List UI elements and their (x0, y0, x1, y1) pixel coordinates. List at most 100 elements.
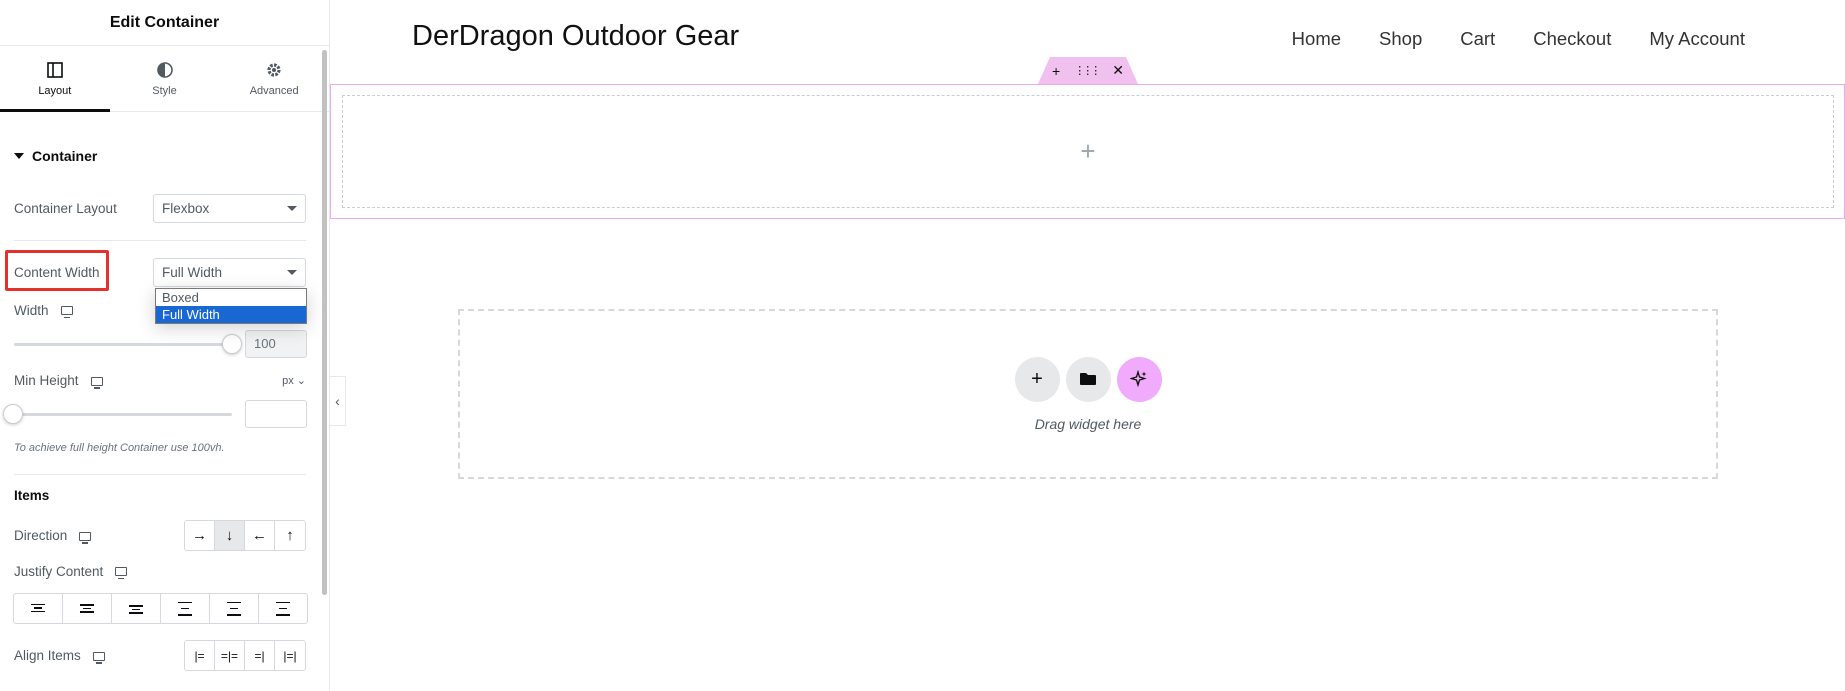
desktop-icon[interactable] (79, 531, 92, 544)
caret-down-icon (14, 153, 24, 159)
align-end-button[interactable]: =| (245, 641, 275, 670)
container-empty-slot[interactable]: + (342, 95, 1834, 208)
desktop-icon[interactable] (115, 567, 128, 579)
plus-icon[interactable]: + (1080, 136, 1095, 167)
chevron-down-icon (287, 270, 297, 275)
panel-tabs: Layout Style Advanced (0, 46, 329, 112)
divider (14, 240, 306, 241)
content-width-select[interactable]: Full Width (153, 258, 306, 287)
min-height-slider-track[interactable] (14, 413, 232, 416)
widget-dropzone[interactable]: + Drag widget here (458, 309, 1718, 479)
justify-content-row: Justify Content (14, 564, 306, 579)
justify-space-between-icon (178, 601, 192, 616)
direction-column-reverse-button[interactable]: ↑ (275, 521, 305, 550)
tab-advanced[interactable]: Advanced (219, 46, 329, 111)
width-slider-track[interactable] (14, 343, 232, 346)
direction-row-reverse-button[interactable]: ← (245, 521, 275, 550)
gear-icon (267, 62, 281, 77)
template-library-button[interactable] (1065, 356, 1111, 402)
justify-space-around-icon (227, 601, 241, 616)
justify-end-button[interactable] (112, 594, 161, 623)
add-section-button[interactable]: + (1014, 356, 1060, 402)
align-stretch-icon: |=| (283, 648, 297, 663)
unit-label: px (282, 375, 294, 387)
direction-row-button[interactable]: → (185, 521, 215, 550)
align-items-button-group: |= =|= =| |=| (184, 640, 306, 671)
site-title[interactable]: DerDragon Outdoor Gear (412, 20, 739, 53)
align-center-button[interactable]: =|= (215, 641, 245, 670)
align-items-row: Align Items |= =|= =| |=| (14, 640, 306, 671)
nav-cart[interactable]: Cart (1460, 28, 1495, 50)
min-height-label: Min Height (14, 373, 79, 388)
align-items-label-group: Align Items (14, 648, 105, 664)
unit-selector[interactable]: px ⌄ (282, 374, 306, 387)
justify-center-button[interactable] (63, 594, 112, 623)
delete-element-icon[interactable]: ✕ (1112, 62, 1124, 79)
width-slider-handle[interactable] (222, 334, 242, 354)
content-width-option-full-width[interactable]: Full Width (156, 306, 306, 323)
section-container-toggle[interactable]: Container (14, 148, 329, 164)
direction-label: Direction (14, 528, 68, 543)
align-start-button[interactable]: |= (185, 641, 215, 670)
panel-header: Edit Container (0, 0, 329, 46)
folder-icon (1080, 373, 1096, 385)
min-height-label-group: Min Height (14, 373, 103, 389)
justify-start-icon (31, 603, 45, 614)
drag-handle-icon[interactable]: ⋮⋮⋮ (1074, 64, 1101, 77)
align-end-icon: =| (254, 648, 265, 663)
min-height-hint: To achieve full height Container use 100… (14, 442, 225, 454)
width-input[interactable]: 100 (245, 330, 307, 358)
min-height-row: Min Height px ⌄ (14, 373, 306, 389)
collapse-panel-button[interactable]: ‹ (330, 376, 346, 426)
nav-shop[interactable]: Shop (1379, 28, 1422, 50)
justify-space-evenly-icon (276, 601, 290, 616)
section-title: Container (32, 148, 98, 164)
justify-content-button-group (13, 593, 308, 624)
justify-space-around-button[interactable] (210, 594, 259, 623)
content-width-option-boxed[interactable]: Boxed (156, 289, 306, 306)
nav-my-account[interactable]: My Account (1649, 28, 1745, 50)
direction-label-group: Direction (14, 528, 92, 544)
items-heading-row: Items (14, 488, 306, 503)
container-layout-value: Flexbox (162, 201, 210, 216)
direction-row: Direction → ↓ ← ↑ (14, 520, 306, 551)
min-height-input[interactable] (245, 400, 307, 428)
align-center-icon: =|= (220, 648, 239, 663)
container-handle: + ⋮⋮⋮ ✕ (1038, 57, 1138, 84)
direction-column-button[interactable]: ↓ (215, 521, 245, 550)
nav-checkout[interactable]: Checkout (1533, 28, 1611, 50)
min-height-slider-handle[interactable] (3, 404, 23, 424)
ai-generate-button[interactable] (1116, 356, 1162, 402)
align-start-icon: |= (194, 648, 205, 663)
justify-start-button[interactable] (14, 594, 63, 623)
justify-space-between-button[interactable] (161, 594, 210, 623)
content-width-highlight (5, 250, 109, 291)
add-element-icon[interactable]: + (1052, 63, 1060, 79)
container-layout-select[interactable]: Flexbox (153, 194, 306, 223)
desktop-icon[interactable] (60, 306, 73, 318)
items-heading: Items (14, 488, 50, 503)
align-stretch-button[interactable]: |=| (275, 641, 305, 670)
content-width-dropdown: Boxed Full Width (155, 288, 307, 324)
container-layout-label: Container Layout (14, 201, 117, 216)
half-circle-icon (156, 61, 173, 78)
nav-home[interactable]: Home (1292, 28, 1341, 50)
dropzone-buttons: + (1014, 356, 1162, 402)
content-width-value: Full Width (162, 265, 223, 280)
tab-style[interactable]: Style (110, 46, 220, 111)
editor-panel: Edit Container Layout Style Advanced Con… (0, 0, 330, 691)
justify-end-icon (129, 604, 143, 614)
tab-layout[interactable]: Layout (0, 46, 110, 112)
chevron-down-icon (287, 206, 297, 211)
width-label: Width (14, 303, 49, 318)
panel-title: Edit Container (109, 13, 220, 31)
panel-scrollbar[interactable] (322, 50, 327, 595)
justify-space-evenly-button[interactable] (259, 594, 307, 623)
desktop-icon[interactable] (90, 376, 103, 389)
container-layout-row: Container Layout Flexbox (14, 194, 306, 223)
sparkle-icon (1130, 370, 1147, 388)
desktop-icon[interactable] (92, 651, 105, 664)
justify-content-label: Justify Content (14, 564, 104, 579)
align-items-label: Align Items (14, 648, 81, 663)
direction-button-group: → ↓ ← ↑ (184, 520, 306, 551)
